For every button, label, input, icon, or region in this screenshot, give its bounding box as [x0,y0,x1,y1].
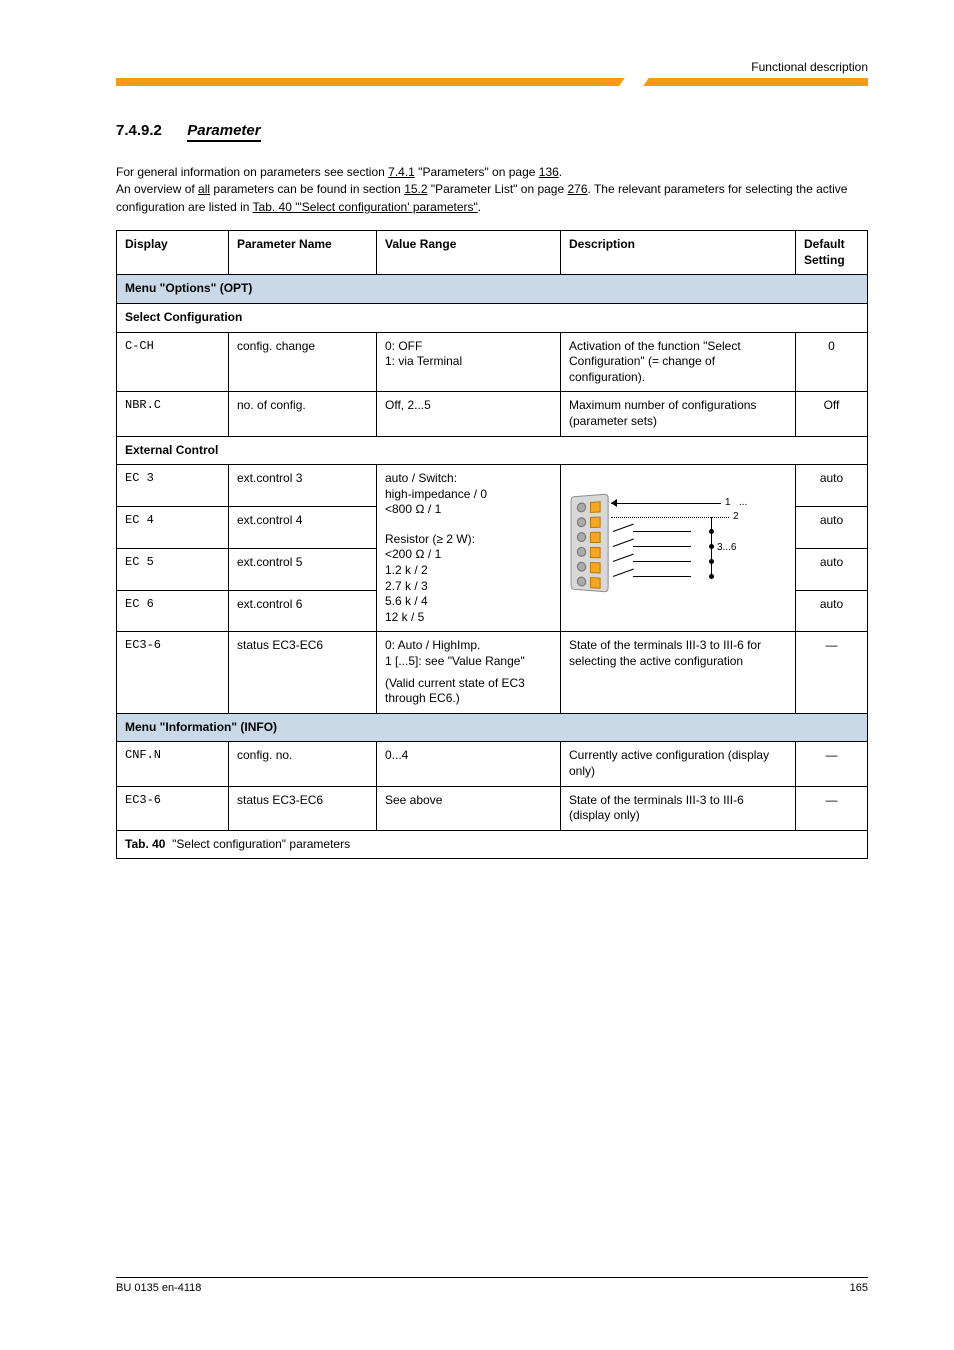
col-description: Description [561,231,796,275]
table-row: EC 3 ext.control 3 auto / Switch: high-i… [117,465,868,507]
section-number: 7.4.9.2 [116,122,162,139]
header-rule [116,78,868,92]
col-range: Value Range [377,231,561,275]
terminal-diagram: 1 ... 2 [569,481,779,591]
table-row: NBR.C no. of config. Off, 2...5 Maximum … [117,392,868,436]
table-header-row: Display Parameter Name Value Range Descr… [117,231,868,275]
col-name: Parameter Name [229,231,377,275]
page-footer: BU 0135 en-4118 165 [116,1277,868,1294]
subhead-select-config: Select Configuration [117,303,868,332]
table-caption-row: Tab. 40 "Select configuration" parameter… [117,830,868,859]
col-display: Display [117,231,229,275]
table-row: C-CH config. change 0: OFF 1: via Termin… [117,332,868,392]
footer-doc-id: BU 0135 en-4118 [116,1282,201,1294]
table-row: CNF.N config. no. 0...4 Currently active… [117,742,868,786]
footer-page-number: 165 [850,1282,868,1294]
parameter-table: Display Parameter Name Value Range Descr… [116,230,868,859]
intro-paragraph: For general information on parameters se… [116,164,868,216]
subhead-ext-control: External Control [117,436,868,465]
menu-band-options: Menu "Options" (OPT) [117,275,868,304]
table-row: EC3-6 status EC3-EC6 0: Auto / HighImp. … [117,632,868,713]
header-title: Functional description [116,60,868,74]
col-default: Default Setting [796,231,868,275]
menu-band-info: Menu "Information" (INFO) [117,713,868,742]
section-title: Parameter [187,122,260,142]
table-row: EC3-6 status EC3-EC6 See above State of … [117,786,868,830]
